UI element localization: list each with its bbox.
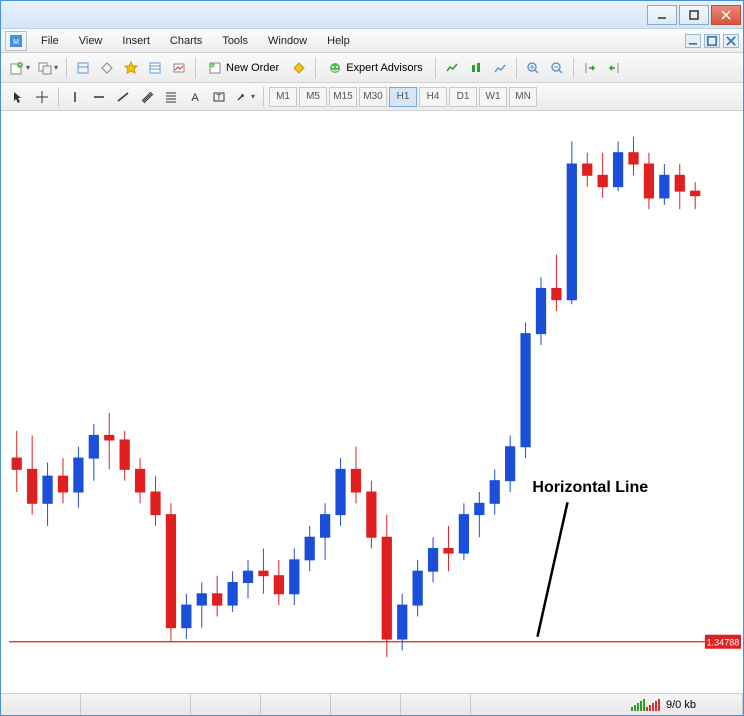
price-label: 1.34788 <box>707 638 740 648</box>
timeframe-m1[interactable]: M1 <box>269 87 297 107</box>
periods-button[interactable] <box>465 57 487 79</box>
vertical-line-button[interactable] <box>64 86 86 108</box>
market-watch-button[interactable] <box>72 57 94 79</box>
status-cell-2 <box>81 694 191 715</box>
expert-advisors-label: Expert Advisors <box>346 62 422 74</box>
trendline-button[interactable] <box>112 86 134 108</box>
svg-text:M: M <box>13 39 19 46</box>
navigator-button[interactable] <box>120 57 142 79</box>
new-chart-button[interactable]: +▾ <box>7 57 33 79</box>
svg-text:A: A <box>191 92 199 104</box>
data-window-button[interactable] <box>96 57 118 79</box>
maximize-button[interactable] <box>679 5 709 25</box>
status-cell-6 <box>401 694 471 715</box>
equidistant-channel-button[interactable] <box>136 86 158 108</box>
text-button[interactable]: A <box>184 86 206 108</box>
menu-window[interactable]: Window <box>258 32 317 50</box>
crosshair-button[interactable] <box>31 86 53 108</box>
timeframe-h4[interactable]: H4 <box>419 87 447 107</box>
menu-view[interactable]: View <box>69 32 113 50</box>
svg-text:T: T <box>217 93 222 102</box>
mdi-restore-button[interactable] <box>704 34 720 48</box>
terminal-button[interactable] <box>144 57 166 79</box>
mdi-close-button[interactable] <box>723 34 739 48</box>
close-button[interactable] <box>711 5 741 25</box>
cursor-button[interactable] <box>7 86 29 108</box>
menu-tools[interactable]: Tools <box>212 32 258 50</box>
annotation-arrow <box>537 502 567 636</box>
new-order-label: New Order <box>226 62 279 74</box>
statusbar: 9/0 kb <box>1 693 743 715</box>
connection-label: 9/0 kb <box>666 699 696 711</box>
minimize-button[interactable] <box>647 5 677 25</box>
status-cell-4 <box>261 694 331 715</box>
status-cell-1 <box>1 694 81 715</box>
timeframe-m15[interactable]: M15 <box>329 87 357 107</box>
new-order-button[interactable]: + New Order <box>201 57 286 79</box>
menu-charts[interactable]: Charts <box>160 32 212 50</box>
fibonacci-button[interactable] <box>160 86 182 108</box>
metaeditor-button[interactable] <box>288 57 310 79</box>
expert-advisors-button[interactable]: Expert Advisors <box>321 57 429 79</box>
horizontal-line-button[interactable] <box>88 86 110 108</box>
app-icon: M <box>5 31 27 51</box>
mdi-minimize-button[interactable] <box>685 34 701 48</box>
status-cell-3 <box>191 694 261 715</box>
templates-button[interactable] <box>489 57 511 79</box>
connection-bars-icon <box>631 699 660 711</box>
titlebar <box>1 1 743 29</box>
timeframe-h1[interactable]: H1 <box>389 87 417 107</box>
menu-file[interactable]: File <box>31 32 69 50</box>
chart-shift-button[interactable] <box>603 57 625 79</box>
menubar: M File View Insert Charts Tools Window H… <box>1 29 743 53</box>
candlestick-chart[interactable]: 1.34788 Horizontal Line <box>1 111 743 693</box>
timeframe-d1[interactable]: D1 <box>449 87 477 107</box>
app-window: M File View Insert Charts Tools Window H… <box>0 0 744 716</box>
text-label-button[interactable]: T <box>208 86 230 108</box>
connection-status[interactable]: 9/0 kb <box>623 694 743 715</box>
menu-help[interactable]: Help <box>317 32 360 50</box>
timeframe-w1[interactable]: W1 <box>479 87 507 107</box>
annotation-label: Horizontal Line <box>532 478 648 496</box>
status-cell-5 <box>331 694 401 715</box>
arrows-button[interactable]: ▾ <box>232 86 258 108</box>
strategy-tester-button[interactable] <box>168 57 190 79</box>
profiles-button[interactable]: ▾ <box>35 57 61 79</box>
svg-text:+: + <box>211 63 214 69</box>
timeframe-m5[interactable]: M5 <box>299 87 327 107</box>
zoom-out-button[interactable] <box>546 57 568 79</box>
menu-insert[interactable]: Insert <box>112 32 160 50</box>
indicators-button[interactable] <box>441 57 463 79</box>
chart-area[interactable]: 1.34788 Horizontal Line <box>1 111 743 693</box>
auto-scroll-button[interactable] <box>579 57 601 79</box>
timeframe-mn[interactable]: MN <box>509 87 537 107</box>
zoom-in-button[interactable] <box>522 57 544 79</box>
toolbar-main: +▾ ▾ + New Order Expert Advisors <box>1 53 743 83</box>
svg-text:+: + <box>18 63 22 69</box>
timeframe-m30[interactable]: M30 <box>359 87 387 107</box>
toolbar-drawing: A T ▾ M1 M5 M15 M30 H1 H4 D1 W1 MN <box>1 83 743 111</box>
